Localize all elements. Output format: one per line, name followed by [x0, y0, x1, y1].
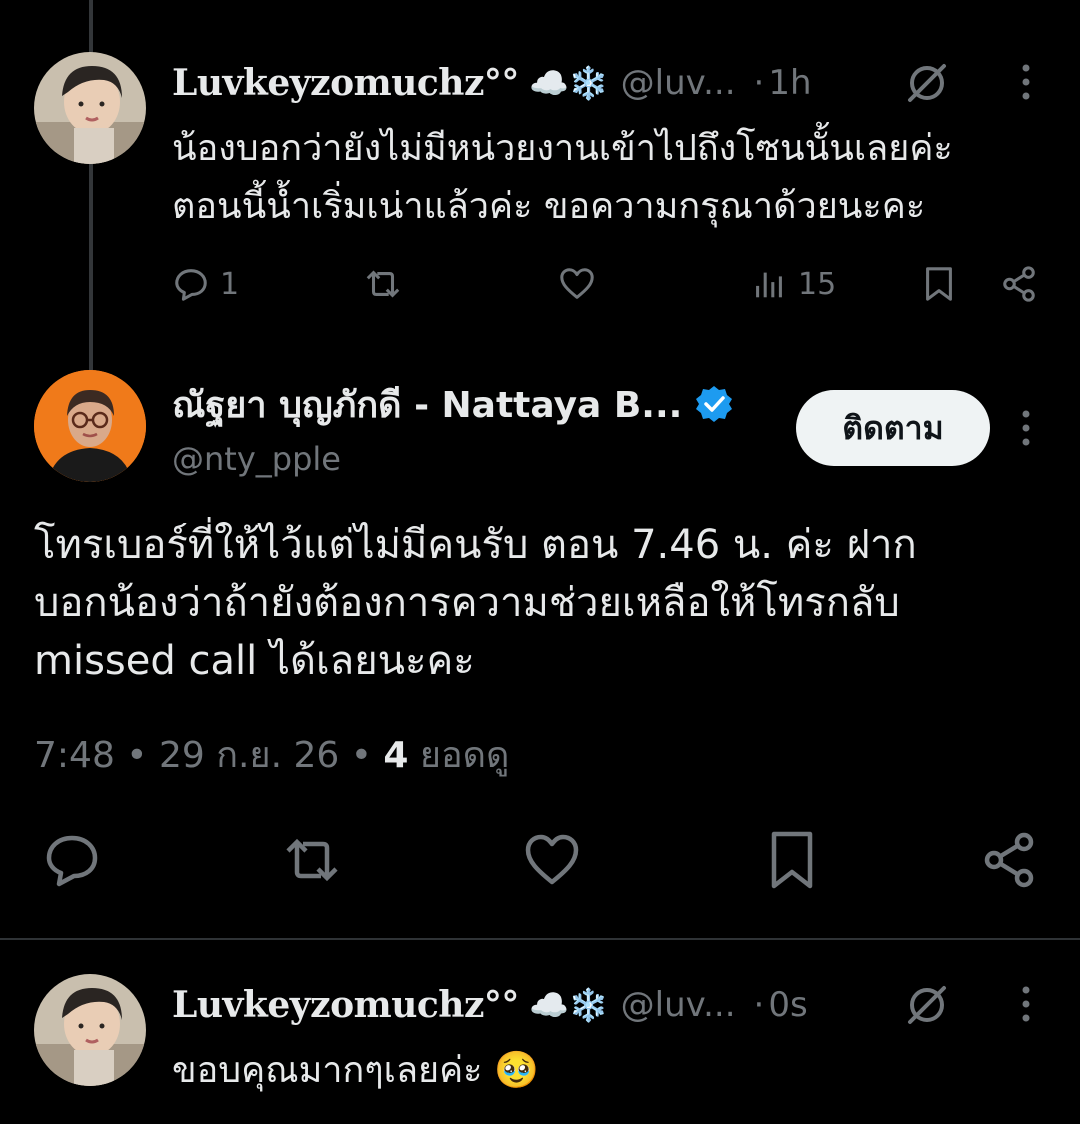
reply-count: 1: [220, 266, 240, 302]
share-icon: [1003, 266, 1035, 302]
reply-text: น้องบอกว่ายังไม่มีหน่วยงานเข้าไปถึงโซนนั…: [172, 120, 1062, 236]
like-icon: [525, 834, 579, 885]
reply-tweet[interactable]: Luvkeyzomuchz°° ☁️❄️ @luv... · 1h น้องบอ…: [0, 44, 1080, 344]
timestamp[interactable]: 1h: [768, 63, 811, 103]
tweet-text: โทรเบอร์ที่ให้ไว้แต่ไม่มีคนรับ ตอน 7.46 …: [34, 516, 1044, 690]
bookmark-icon: [926, 267, 952, 301]
handle[interactable]: @nty_pple: [172, 440, 341, 478]
reply-button[interactable]: 1: [172, 260, 239, 308]
more-icon[interactable]: [1016, 408, 1036, 448]
handle[interactable]: @luv...: [621, 985, 736, 1025]
tweet-text-line: โทรเบอร์ที่ให้ไว้แต่ไม่มีคนรับ ตอน 7.46 …: [34, 522, 917, 568]
share-button[interactable]: [1000, 260, 1038, 308]
separator-dot: ·: [753, 985, 765, 1025]
separator-dot: ·: [753, 63, 765, 103]
reply-button[interactable]: [42, 830, 102, 890]
action-bar: 1 15: [172, 260, 1042, 308]
name-emojis: ☁️❄️: [528, 64, 609, 102]
main-action-bar: [0, 830, 1080, 890]
divider: [0, 938, 1080, 940]
grok-icon[interactable]: [904, 982, 950, 1028]
reply-text: ขอบคุณมากๆเลยค่ะ 🥹: [172, 1050, 539, 1091]
share-button[interactable]: [980, 830, 1040, 890]
avatar[interactable]: [34, 974, 146, 1086]
avatar[interactable]: [34, 370, 146, 482]
views-icon: [756, 272, 782, 298]
avatar[interactable]: [34, 52, 146, 164]
views-value: 4: [383, 735, 409, 776]
bookmark-button[interactable]: [920, 260, 958, 308]
tweet-meta: 7:48 • 29 ก.ย. 26 • 4 ยอดดู: [34, 726, 509, 783]
handle[interactable]: @luv...: [621, 63, 736, 103]
reply-text-line: ตอนนี้น้ำเริ่มเน่าแล้วค่ะ ขอความกรุณาด้ว…: [172, 186, 926, 227]
display-name[interactable]: Luvkeyzomuchz°°: [172, 984, 519, 1026]
meta-separator: •: [126, 735, 148, 776]
repost-icon: [366, 270, 400, 298]
reply-tweet[interactable]: Luvkeyzomuchz°° ☁️❄️ @luv... · 0s ขอบคุณ…: [0, 966, 1080, 1124]
views-label: ยอดดู: [419, 735, 510, 776]
share-icon: [984, 832, 1034, 888]
grok-icon[interactable]: [904, 60, 950, 106]
repost-button[interactable]: [282, 830, 342, 890]
reply-icon: [175, 269, 207, 301]
views-button[interactable]: 15: [750, 260, 836, 308]
reply-icon: [46, 835, 98, 887]
bookmark-icon: [771, 831, 813, 889]
main-tweet: ณัฐยา บุญภักดี - Nattaya B... @nty_pple …: [0, 370, 1080, 940]
tweet-date[interactable]: 29 ก.ย. 26: [159, 735, 339, 776]
tweet-text-line: missed call ได้เลยนะคะ: [34, 638, 475, 684]
repost-icon: [286, 838, 338, 882]
name-emojis: ☁️❄️: [528, 986, 609, 1024]
more-icon[interactable]: [1016, 984, 1036, 1024]
tweet-text-line: บอกน้องว่าถ้ายังต้องการความช่วยเหลือให้โ…: [34, 580, 900, 626]
repost-button[interactable]: [364, 260, 402, 308]
follow-button[interactable]: ติดตาม: [796, 390, 990, 466]
like-button[interactable]: [558, 260, 596, 308]
view-count: 15: [798, 266, 837, 302]
tweet-time[interactable]: 7:48: [34, 735, 115, 776]
bookmark-button[interactable]: [762, 830, 822, 890]
reply-text-line: น้องบอกว่ายังไม่มีหน่วยงานเข้าไปถึงโซนนั…: [172, 128, 953, 169]
more-icon[interactable]: [1016, 62, 1036, 102]
like-button[interactable]: [522, 830, 582, 890]
display-name[interactable]: Luvkeyzomuchz°°: [172, 62, 519, 104]
display-name[interactable]: ณัฐยา บุญภักดี - Nattaya B...: [172, 376, 682, 433]
meta-separator: •: [350, 735, 372, 776]
verified-icon[interactable]: [694, 384, 734, 424]
timestamp[interactable]: 0s: [768, 985, 807, 1025]
like-icon: [560, 268, 594, 299]
